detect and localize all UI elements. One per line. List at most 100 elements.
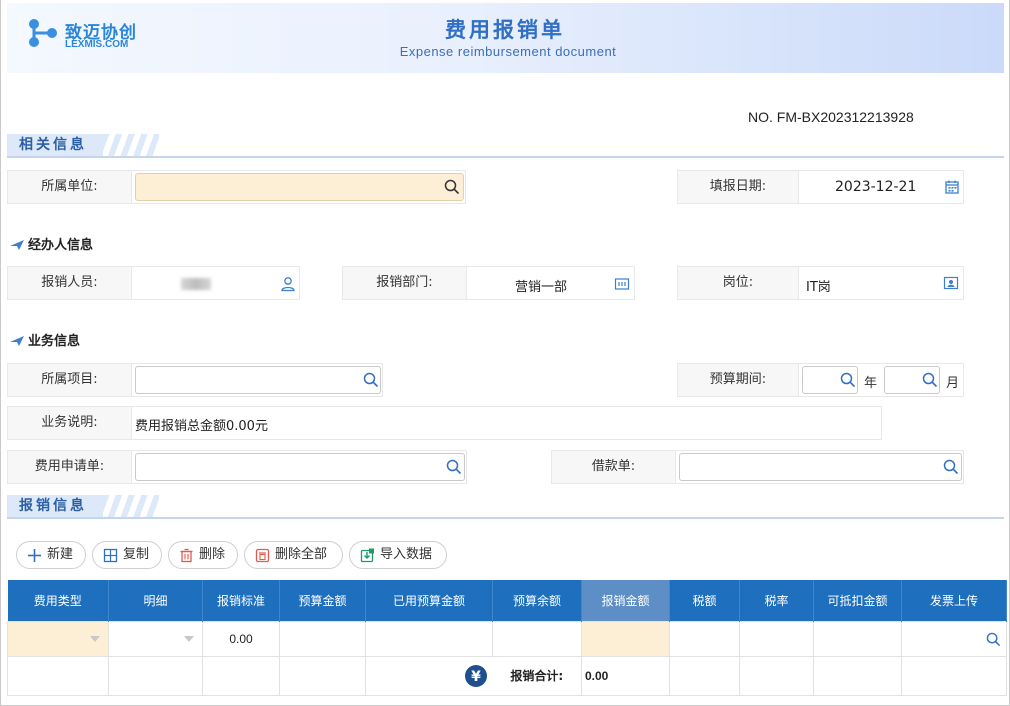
post-label: 岗位: (677, 266, 799, 300)
unit-input[interactable] (135, 173, 464, 201)
import-button[interactable]: 导入数据 (349, 541, 447, 569)
desc-label: 业务说明: (7, 406, 132, 440)
loan-label: 借款单: (551, 450, 676, 484)
page-title: 费用报销单 (445, 18, 565, 42)
standard-cell: 0.00 (202, 620, 280, 657)
date-value: 2023-12-21 (835, 179, 917, 195)
person-label: 报销人员: (7, 266, 132, 300)
apply-input[interactable] (135, 453, 465, 481)
total-row: ¥ 报销合计: 0.00 (7, 655, 1007, 696)
project-input[interactable] (135, 366, 381, 394)
col-header[interactable]: 预算金额 (279, 580, 366, 621)
paper-plane-icon (10, 240, 24, 250)
chevron-down-icon (184, 635, 194, 642)
calendar-icon[interactable] (944, 179, 960, 195)
handler-heading: 经办人信息 (10, 234, 93, 253)
import-button-label: 导入数据 (380, 547, 433, 562)
total-label: 报销合计: (492, 655, 582, 696)
empty-cell (669, 655, 740, 696)
person-value-redacted (181, 278, 211, 290)
col-header[interactable]: 预算余额 (492, 580, 582, 621)
search-icon[interactable] (986, 632, 1001, 647)
id-card-icon[interactable] (943, 275, 959, 291)
tax-rate-cell[interactable] (739, 620, 814, 657)
expense-table: 费用类型 明细 报销标准 预算金额 已用预算金额 预算余额 报销金额 税额 税率… (7, 580, 1007, 696)
search-icon[interactable] (446, 459, 462, 475)
section-decoration (103, 134, 159, 156)
empty-cell (108, 655, 203, 696)
business-heading: 业务信息 (10, 330, 80, 349)
copy-button[interactable]: 复制 (92, 541, 162, 569)
empty-cell (901, 655, 1007, 696)
dept-value: 营销一部 (515, 280, 568, 295)
apply-label: 费用申请单: (7, 450, 132, 484)
search-icon[interactable] (922, 372, 938, 388)
tax-amount-cell[interactable] (669, 620, 740, 657)
person-input[interactable] (131, 266, 300, 300)
col-header[interactable]: 已用预算金额 (365, 580, 493, 621)
period-label: 预算期间: (677, 363, 799, 397)
section-title: 相关信息 (7, 134, 103, 156)
copy-icon (103, 548, 118, 563)
col-header[interactable]: 可抵扣金额 (813, 580, 902, 621)
section-decoration (103, 495, 159, 517)
detail-select[interactable] (108, 620, 203, 657)
post-value: IT岗 (806, 280, 831, 295)
desc-value: 费用报销总金额0.00元 (135, 419, 268, 434)
add-button-label: 新建 (47, 547, 74, 562)
section-reimburse-info: 报销信息 (7, 495, 1004, 519)
user-icon[interactable] (280, 276, 296, 292)
search-icon[interactable] (444, 179, 460, 195)
section-related-info: 相关信息 (7, 134, 1004, 158)
plus-icon (28, 549, 41, 562)
search-icon[interactable] (943, 459, 959, 475)
document-number: NO. FM-BX202312213928 (748, 109, 914, 125)
total-value: 0.00 (581, 655, 670, 696)
delete-button[interactable]: 删除 (168, 541, 238, 569)
chevron-down-icon (90, 635, 100, 642)
paper-plane-icon (10, 336, 24, 346)
section-title: 报销信息 (7, 495, 103, 517)
import-icon (360, 548, 374, 563)
col-header[interactable]: 税额 (669, 580, 740, 621)
col-header[interactable]: 明细 (108, 580, 203, 621)
total-icon-cell: ¥ (365, 655, 493, 696)
budget-amount-cell (279, 620, 366, 657)
invoice-upload-cell[interactable] (901, 620, 1007, 657)
empty-cell (202, 655, 280, 696)
loan-input[interactable] (679, 453, 962, 481)
section-divider (7, 156, 1004, 158)
table-row: 0.00 (7, 620, 1007, 657)
yuan-icon: ¥ (464, 664, 487, 687)
search-icon[interactable] (363, 372, 379, 388)
search-icon[interactable] (840, 372, 856, 388)
empty-cell (7, 655, 109, 696)
handler-heading-text: 经办人信息 (28, 238, 94, 253)
col-header[interactable]: 报销金额 (581, 580, 670, 621)
col-header[interactable]: 报销标准 (202, 580, 280, 621)
deductible-cell[interactable] (813, 620, 902, 657)
col-header[interactable]: 费用类型 (7, 580, 109, 621)
delete-all-button[interactable]: 删除全部 (244, 541, 343, 569)
project-label: 所属项目: (7, 363, 132, 397)
col-header[interactable]: 发票上传 (901, 580, 1007, 621)
year-unit: 年 (864, 376, 878, 391)
empty-cell (279, 655, 366, 696)
add-button[interactable]: 新建 (16, 541, 86, 569)
page-subtitle: Expense reimbursement document (399, 44, 617, 59)
budget-balance-cell (492, 620, 582, 657)
delete-button-label: 删除 (199, 547, 226, 562)
trash-icon (180, 548, 193, 563)
empty-cell (813, 655, 902, 696)
unit-label: 所属单位: (7, 170, 132, 204)
used-budget-cell (365, 620, 493, 657)
reimburse-amount-input[interactable] (581, 620, 670, 657)
trash-all-icon (255, 548, 270, 563)
dept-label: 报销部门: (342, 266, 467, 300)
col-header[interactable]: 税率 (739, 580, 814, 621)
department-icon[interactable] (614, 276, 630, 292)
date-label: 填报日期: (677, 170, 799, 204)
copy-button-label: 复制 (123, 547, 150, 562)
table-header-row: 费用类型 明细 报销标准 预算金额 已用预算金额 预算余额 报销金额 税额 税率… (7, 580, 1007, 621)
expense-type-select[interactable] (7, 620, 109, 657)
